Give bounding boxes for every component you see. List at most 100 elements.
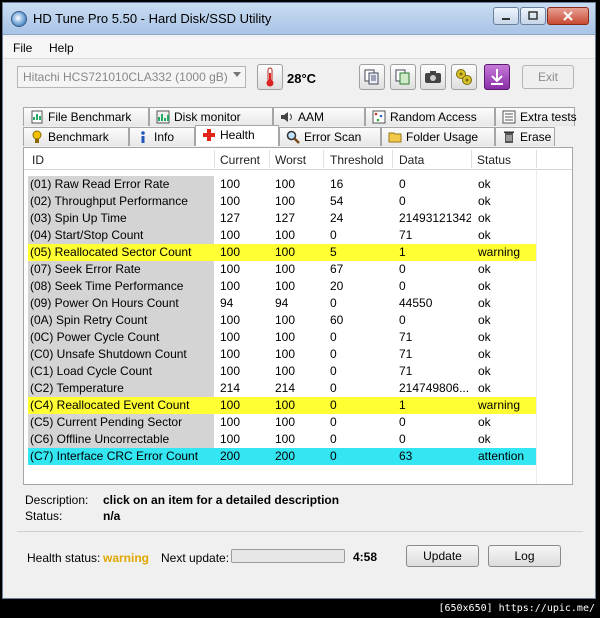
- table-row[interactable]: (C1) Load Cycle Count 100 100 0 71 ok: [28, 363, 536, 380]
- column-divider[interactable]: [471, 150, 472, 168]
- cell-threshold: 16: [330, 177, 344, 191]
- tab-erase[interactable]: Erase: [495, 127, 555, 146]
- cell-worst: 100: [275, 347, 296, 361]
- cell-threshold: 20: [330, 279, 344, 293]
- table-row[interactable]: (C0) Unsafe Shutdown Count 100 100 0 71 ok: [28, 346, 536, 363]
- cell-data: 21493121342: [399, 211, 471, 225]
- close-button[interactable]: [547, 7, 589, 25]
- tab-benchmark[interactable]: Benchmark: [23, 127, 129, 146]
- table-row[interactable]: (C4) Reallocated Event Count 100 100 0 1 warn…: [28, 397, 536, 414]
- col-header-data[interactable]: Data: [399, 153, 424, 167]
- update-button[interactable]: Update: [406, 545, 479, 567]
- tab-file-benchmark[interactable]: File Benchmark: [23, 107, 149, 126]
- cell-worst: 127: [275, 211, 296, 225]
- cell-threshold: 24: [330, 211, 344, 225]
- col-header-status[interactable]: Status: [477, 153, 511, 167]
- trash-icon: [504, 131, 514, 143]
- table-row[interactable]: (C2) Temperature 214 214 0 214749806... ok: [28, 380, 536, 397]
- cell-data: 0: [399, 177, 406, 191]
- column-divider[interactable]: [214, 150, 215, 168]
- tab-folder-usage[interactable]: Folder Usage: [381, 127, 495, 146]
- tab-label: Health: [220, 128, 255, 142]
- column-divider[interactable]: [392, 150, 393, 168]
- cell-data: 71: [399, 364, 413, 378]
- divider: [17, 531, 583, 532]
- log-button[interactable]: Log: [488, 545, 561, 567]
- cell-threshold: 0: [330, 330, 337, 344]
- minimize-button[interactable]: [493, 7, 519, 25]
- cell-threshold: 0: [330, 228, 337, 242]
- table-right-border: [536, 170, 537, 484]
- cell-threshold: 60: [330, 313, 344, 327]
- tab-error-scan[interactable]: Error Scan: [279, 127, 381, 146]
- tab-extra-tests[interactable]: Extra tests: [495, 107, 577, 126]
- temperature-button[interactable]: [257, 64, 283, 90]
- column-divider[interactable]: [269, 150, 270, 168]
- cell-worst: 100: [275, 432, 296, 446]
- table-row[interactable]: (05) Reallocated Sector Count 100 100 5 1 war…: [28, 244, 536, 261]
- cell-data: 63: [399, 449, 413, 463]
- copy-text-button[interactable]: [359, 64, 385, 90]
- health-panel: ID Current Worst Threshold Data Status (…: [23, 147, 573, 485]
- status-bar: Health status: warning Next update: 4:58…: [3, 543, 595, 573]
- title-bar[interactable]: HD Tune Pro 5.50 - Hard Disk/SSD Utility: [3, 3, 595, 35]
- drive-select[interactable]: Hitachi HCS721010CLA332 (1000 gB): [17, 66, 246, 88]
- image-host-badge: [650x650] https://upic.me/: [438, 603, 595, 614]
- tabs-row-top: File Benchmark Disk monitor AAM Random A…: [23, 107, 577, 126]
- table-row[interactable]: (08) Seek Time Performance 100 100 20 0 ok: [28, 278, 536, 295]
- cell-status: ok: [478, 432, 491, 446]
- col-header-id[interactable]: ID: [32, 153, 44, 167]
- table-row[interactable]: (01) Raw Read Error Rate 100 100 16 0 ok: [28, 176, 536, 193]
- table-row[interactable]: (C7) Interface CRC Error Count 200 200 0 63 a…: [28, 448, 536, 465]
- dropdown-arrow-icon: [233, 72, 241, 77]
- cell-status: ok: [478, 330, 491, 344]
- random-access-icon: [372, 110, 386, 124]
- screenshot-button[interactable]: [420, 64, 446, 90]
- save-button[interactable]: [484, 64, 510, 90]
- col-header-current[interactable]: Current: [220, 153, 260, 167]
- cell-threshold: 67: [330, 262, 344, 276]
- table-row[interactable]: (0A) Spin Retry Count 100 100 60 0 ok: [28, 312, 536, 329]
- cell-data: 0: [399, 313, 406, 327]
- column-divider[interactable]: [323, 150, 324, 168]
- cell-data: 0: [399, 279, 406, 293]
- menu-help[interactable]: Help: [49, 41, 74, 55]
- tab-disk-monitor[interactable]: Disk monitor: [149, 107, 273, 126]
- cell-threshold: 0: [330, 398, 337, 412]
- copy-screenshot-button[interactable]: [390, 64, 416, 90]
- tab-health[interactable]: Health: [195, 125, 279, 146]
- tab-label: Benchmark: [48, 130, 109, 144]
- tab-info[interactable]: Info: [129, 127, 195, 146]
- cell-current: 100: [220, 364, 241, 378]
- tab-label: Disk monitor: [174, 110, 241, 124]
- cell-id: (05) Reallocated Sector Count: [28, 244, 214, 261]
- tab-aam[interactable]: AAM: [273, 107, 365, 126]
- table-row[interactable]: (03) Spin Up Time 127 127 24 21493121342 ok: [28, 210, 536, 227]
- exit-button[interactable]: Exit: [522, 65, 574, 89]
- menu-file[interactable]: File: [13, 41, 32, 55]
- cell-id: (C1) Load Cycle Count: [28, 363, 214, 380]
- window-controls: [492, 7, 589, 25]
- tab-random-access[interactable]: Random Access: [365, 107, 495, 126]
- table-row[interactable]: (09) Power On Hours Count 94 94 0 44550 ok: [28, 295, 536, 312]
- hdtune-logo-icon: [11, 11, 27, 27]
- column-divider[interactable]: [536, 150, 537, 168]
- cell-current: 100: [220, 279, 241, 293]
- table-row[interactable]: (02) Throughput Performance 100 100 54 0 ok: [28, 193, 536, 210]
- cell-current: 100: [220, 432, 241, 446]
- options-button[interactable]: [451, 64, 477, 90]
- table-row[interactable]: (04) Start/Stop Count 100 100 0 71 ok: [28, 227, 536, 244]
- table-row[interactable]: (C6) Offline Uncorrectable 100 100 0 0 ok: [28, 431, 536, 448]
- table-row[interactable]: (0C) Power Cycle Count 100 100 0 71 ok: [28, 329, 536, 346]
- cell-current: 100: [220, 262, 241, 276]
- col-header-worst[interactable]: Worst: [275, 153, 306, 167]
- table-row[interactable]: (07) Seek Error Rate 100 100 67 0 ok: [28, 261, 536, 278]
- tab-label: Random Access: [390, 110, 477, 124]
- cell-status: ok: [478, 347, 491, 361]
- col-header-threshold[interactable]: Threshold: [330, 153, 383, 167]
- status-label: Status:: [25, 509, 63, 523]
- table-row[interactable]: (C5) Current Pending Sector 100 100 0 0 ok: [28, 414, 536, 431]
- download-arrow-icon: [491, 69, 503, 85]
- cell-data: 0: [399, 415, 406, 429]
- maximize-button[interactable]: [520, 7, 546, 25]
